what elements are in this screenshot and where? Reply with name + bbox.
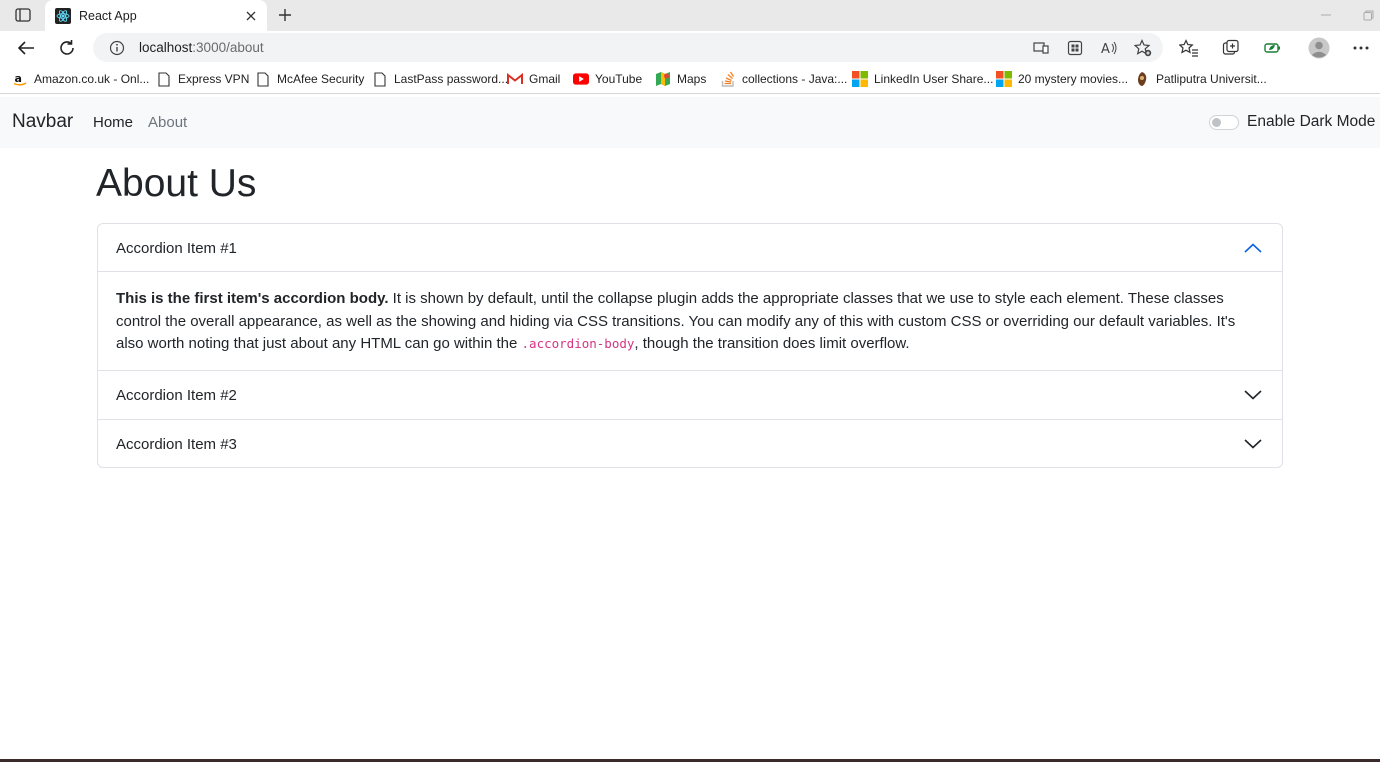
bookmark-label: Maps	[677, 72, 707, 86]
settings-more-button[interactable]	[1348, 35, 1374, 61]
close-tab-icon[interactable]	[243, 8, 259, 24]
address-bar[interactable]: localhost:3000/about A	[93, 33, 1163, 62]
collections-icon	[1222, 39, 1239, 55]
tab-actions-icon	[15, 8, 31, 22]
university-icon	[1134, 71, 1150, 87]
minimize-button[interactable]	[1316, 6, 1336, 24]
favorites-list-icon	[1179, 39, 1198, 57]
nav-link-home[interactable]: Home	[93, 114, 133, 131]
read-aloud-icon[interactable]: A	[1099, 38, 1119, 58]
url-host: localhost	[139, 40, 193, 55]
chevron-up-icon	[1243, 238, 1263, 258]
stackoverflow-icon	[720, 71, 736, 87]
accordion-body-lead: This is the first item's accordion body.	[116, 290, 389, 307]
profile-button[interactable]	[1306, 35, 1332, 61]
accordion-item-1-header[interactable]: Accordion Item #1	[98, 224, 1282, 272]
accordion-item-3-header[interactable]: Accordion Item #3	[98, 419, 1282, 468]
accordion: Accordion Item #1 This is the first item…	[97, 223, 1283, 468]
bookmarks-bar: a Amazon.co.uk - Onl... Express VPN McAf…	[0, 64, 1380, 94]
bookmark-youtube[interactable]: YouTube	[573, 70, 642, 88]
bookmark-mcafee[interactable]: McAfee Security	[255, 70, 364, 88]
refresh-icon	[60, 40, 74, 55]
collections-button[interactable]	[1218, 35, 1244, 61]
bookmark-patliputra[interactable]: Patliputra Universit...	[1134, 70, 1267, 88]
nav-link-about[interactable]: About	[148, 114, 187, 131]
bookmark-collections-java[interactable]: collections - Java:...	[720, 70, 847, 88]
app-available-icon[interactable]	[1031, 38, 1051, 58]
url-text[interactable]: localhost:3000/about	[139, 40, 264, 55]
accordion-body-text-end: , though the transition does limit overf…	[634, 335, 910, 352]
favorite-star-add-icon[interactable]	[1133, 38, 1153, 58]
new-tab-button[interactable]	[273, 4, 297, 26]
back-button[interactable]	[13, 35, 39, 61]
bookmark-label: Amazon.co.uk - Onl...	[34, 72, 150, 86]
svg-text:A: A	[1101, 42, 1110, 56]
amazon-icon: a	[12, 71, 28, 87]
favorites-button[interactable]	[1176, 35, 1202, 61]
more-dots-icon	[1353, 46, 1369, 50]
browser-tab-strip: React App	[0, 0, 1380, 31]
accordion-item-1-body: This is the first item's accordion body.…	[116, 288, 1266, 356]
url-path: :3000/about	[192, 40, 264, 55]
accordion-item-title: Accordion Item #2	[116, 387, 237, 404]
page-icon	[156, 71, 172, 87]
bookmark-label: Express VPN	[178, 72, 250, 86]
bookmark-label: McAfee Security	[277, 72, 365, 86]
microsoft-icon	[852, 71, 868, 87]
accordion-item-2-header[interactable]: Accordion Item #2	[98, 370, 1282, 419]
dark-mode-label[interactable]: Enable Dark Mode	[1247, 113, 1375, 131]
dark-mode-toggle[interactable]	[1209, 115, 1239, 130]
accordion-body-code: .accordion-body	[521, 336, 635, 351]
grid-app-icon[interactable]	[1065, 38, 1085, 58]
bookmark-express-vpn[interactable]: Express VPN	[156, 70, 249, 88]
refresh-button[interactable]	[54, 35, 80, 61]
bookmark-maps[interactable]: Maps	[655, 70, 706, 88]
bookmark-gmail[interactable]: Gmail	[507, 70, 560, 88]
avatar	[1308, 37, 1330, 59]
bookmark-linkedin-share[interactable]: LinkedIn User Share...	[852, 70, 993, 88]
maps-icon	[655, 71, 671, 87]
bookmark-mystery-movies[interactable]: 20 mystery movies...	[996, 70, 1128, 88]
tab-title: React App	[79, 8, 137, 23]
bookmark-label: LinkedIn User Share...	[874, 72, 994, 86]
page-icon	[372, 71, 388, 87]
navbar-brand[interactable]: Navbar	[12, 111, 73, 133]
bookmark-label: 20 mystery movies...	[1018, 72, 1129, 86]
bookmark-amazon[interactable]: a Amazon.co.uk - Onl...	[12, 70, 149, 88]
page-title: About Us	[96, 162, 257, 205]
page-icon	[255, 71, 271, 87]
minimize-icon	[1321, 14, 1331, 16]
bookmark-lastpass[interactable]: LastPass password...	[372, 70, 508, 88]
svg-text:a: a	[15, 72, 22, 85]
chevron-down-icon	[1243, 434, 1263, 454]
restore-icon	[1363, 10, 1373, 20]
navbar: Navbar Home About Enable Dark Mode	[0, 97, 1380, 148]
accordion-item-title: Accordion Item #1	[116, 240, 237, 257]
bookmark-label: collections - Java:...	[742, 72, 848, 86]
accordion-item-title: Accordion Item #3	[116, 436, 237, 453]
browser-tab[interactable]: React App	[45, 0, 267, 31]
arrow-left-icon	[17, 41, 34, 55]
browser-toolbar: localhost:3000/about A	[0, 31, 1380, 64]
restore-button[interactable]	[1358, 6, 1378, 24]
bookmark-label: Gmail	[529, 72, 561, 86]
youtube-icon	[573, 71, 589, 87]
react-icon	[55, 7, 71, 24]
tab-actions-button[interactable]	[8, 4, 38, 26]
plus-icon	[279, 9, 291, 21]
microsoft-icon	[996, 71, 1012, 87]
info-icon[interactable]	[109, 40, 125, 56]
bookmark-label: YouTube	[595, 72, 643, 86]
bookmark-label: LastPass password...	[394, 72, 509, 86]
toggle-knob	[1212, 118, 1221, 127]
battery-leaf-icon	[1264, 43, 1280, 53]
gmail-icon	[507, 71, 523, 87]
bookmark-label: Patliputra Universit...	[1156, 72, 1267, 86]
chevron-down-icon	[1243, 385, 1263, 405]
battery-saver-button[interactable]	[1260, 35, 1286, 61]
